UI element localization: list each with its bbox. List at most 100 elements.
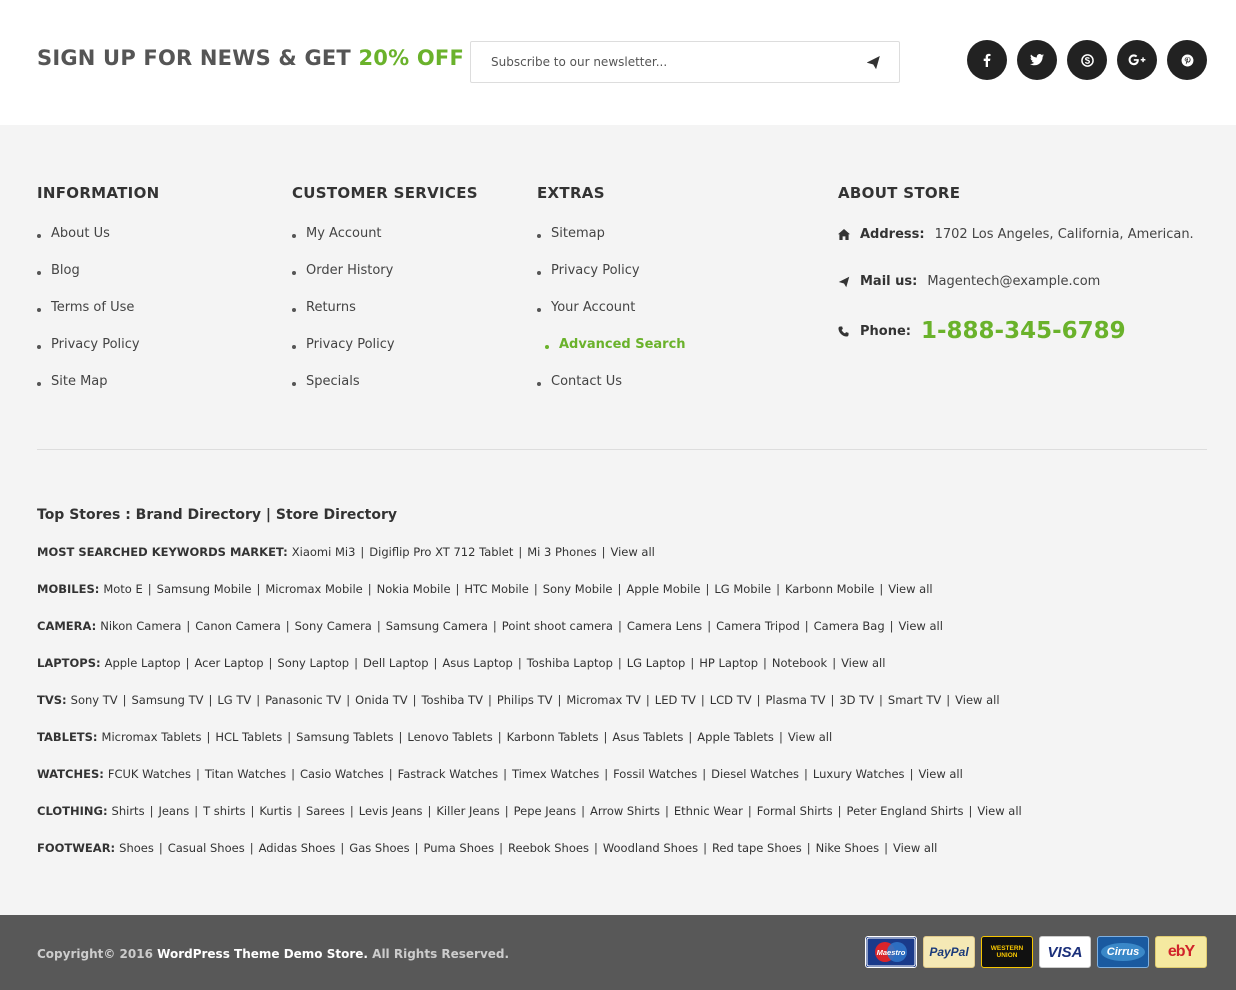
keyword-link[interactable]: Karbonn Mobile — [785, 582, 874, 596]
keyword-link[interactable]: Diesel Watches — [711, 767, 799, 781]
keyword-link[interactable]: HCL Tablets — [215, 730, 282, 744]
keyword-link[interactable]: Plasma TV — [765, 693, 825, 707]
view-all-link[interactable]: View all — [918, 767, 962, 781]
keyword-link[interactable]: Sony Mobile — [543, 582, 613, 596]
keyword-link[interactable]: Camera Bag — [814, 619, 885, 633]
keyword-link[interactable]: Peter England Shirts — [847, 804, 964, 818]
keyword-link[interactable]: Point shoot camera — [502, 619, 613, 633]
google-plus-button[interactable] — [1117, 40, 1157, 80]
keyword-link[interactable]: Moto E — [103, 582, 142, 596]
keyword-link[interactable]: Adidas Shoes — [259, 841, 336, 855]
keyword-link[interactable]: Sony Laptop — [277, 656, 349, 670]
keyword-link[interactable]: Acer Laptop — [194, 656, 263, 670]
keyword-link[interactable]: LG TV — [217, 693, 251, 707]
link-privacy-policy[interactable]: Privacy Policy — [37, 337, 140, 374]
keyword-link[interactable]: 3D TV — [839, 693, 874, 707]
keyword-link[interactable]: Karbonn Tablets — [507, 730, 599, 744]
keyword-link[interactable]: Micromax TV — [566, 693, 641, 707]
link-sitemap[interactable]: Sitemap — [537, 226, 686, 263]
keyword-link[interactable]: Timex Watches — [512, 767, 599, 781]
view-all-link[interactable]: View all — [610, 545, 654, 559]
keyword-link[interactable]: Samsung Tablets — [296, 730, 393, 744]
keyword-link[interactable]: Sony Camera — [295, 619, 372, 633]
phone-number[interactable]: 1-888-345-6789 — [921, 318, 1126, 344]
keyword-link[interactable]: Sarees — [306, 804, 345, 818]
keyword-link[interactable]: Ethnic Wear — [674, 804, 743, 818]
keyword-link[interactable]: Asus Laptop — [442, 656, 512, 670]
keyword-link[interactable]: Casual Shoes — [168, 841, 245, 855]
link-your-account[interactable]: Your Account — [537, 300, 686, 337]
view-all-link[interactable]: View all — [899, 619, 943, 633]
keyword-link[interactable]: Shoes — [119, 841, 154, 855]
keyword-link[interactable]: Smart TV — [888, 693, 941, 707]
link-about-us[interactable]: About Us — [37, 226, 140, 263]
keyword-link[interactable]: Jeans — [158, 804, 189, 818]
keyword-link[interactable]: Samsung Camera — [386, 619, 488, 633]
skype-button[interactable] — [1067, 40, 1107, 80]
keyword-link[interactable]: HP Laptop — [699, 656, 758, 670]
keyword-link[interactable]: Toshiba Laptop — [527, 656, 613, 670]
keyword-link[interactable]: Formal Shirts — [757, 804, 833, 818]
link-my-account[interactable]: My Account — [292, 226, 395, 263]
keyword-link[interactable]: Sony TV — [71, 693, 118, 707]
view-all-link[interactable]: View all — [977, 804, 1021, 818]
keyword-link[interactable]: Woodland Shoes — [603, 841, 698, 855]
keyword-link[interactable]: Samsung TV — [132, 693, 204, 707]
keyword-link[interactable]: Shirts — [112, 804, 145, 818]
keyword-link[interactable]: Killer Jeans — [436, 804, 499, 818]
keyword-link[interactable]: Asus Tablets — [612, 730, 683, 744]
link-returns[interactable]: Returns — [292, 300, 395, 337]
keyword-link[interactable]: Levis Jeans — [359, 804, 423, 818]
link-privacy-policy[interactable]: Privacy Policy — [537, 263, 686, 300]
facebook-button[interactable] — [967, 40, 1007, 80]
keyword-link[interactable]: HTC Mobile — [464, 582, 528, 596]
link-contact-us[interactable]: Contact Us — [537, 374, 686, 411]
keyword-link[interactable]: Nikon Camera — [100, 619, 181, 633]
keyword-link[interactable]: Fossil Watches — [613, 767, 697, 781]
keyword-link[interactable]: Lenovo Tablets — [407, 730, 492, 744]
keyword-link[interactable]: Apple Laptop — [105, 656, 181, 670]
keyword-link[interactable]: Digiflip Pro XT 712 Tablet — [369, 545, 513, 559]
view-all-link[interactable]: View all — [888, 582, 932, 596]
keyword-link[interactable]: Red tape Shoes — [712, 841, 802, 855]
keyword-link[interactable]: Puma Shoes — [423, 841, 494, 855]
keyword-link[interactable]: Dell Laptop — [363, 656, 429, 670]
keyword-link[interactable]: LED TV — [655, 693, 696, 707]
keyword-link[interactable]: Titan Watches — [205, 767, 286, 781]
keyword-link[interactable]: Camera Tripod — [716, 619, 800, 633]
keyword-link[interactable]: Nokia Mobile — [377, 582, 451, 596]
view-all-link[interactable]: View all — [841, 656, 885, 670]
view-all-link[interactable]: View all — [788, 730, 832, 744]
keyword-link[interactable]: Reebok Shoes — [508, 841, 589, 855]
link-advanced-search[interactable]: Advanced Search — [537, 337, 686, 374]
keyword-link[interactable]: Arrow Shirts — [590, 804, 660, 818]
pinterest-button[interactable] — [1167, 40, 1207, 80]
keyword-link[interactable]: Philips TV — [497, 693, 553, 707]
subscribe-button[interactable] — [865, 54, 881, 70]
keyword-link[interactable]: Panasonic TV — [265, 693, 341, 707]
keyword-link[interactable]: Micromax Mobile — [265, 582, 362, 596]
keyword-link[interactable]: Canon Camera — [195, 619, 280, 633]
keyword-link[interactable]: Mi 3 Phones — [527, 545, 596, 559]
keyword-link[interactable]: Apple Tablets — [697, 730, 774, 744]
link-specials[interactable]: Specials — [292, 374, 395, 411]
keyword-link[interactable]: Notebook — [772, 656, 827, 670]
keyword-link[interactable]: LCD TV — [710, 693, 752, 707]
link-privacy-policy[interactable]: Privacy Policy — [292, 337, 395, 374]
keyword-link[interactable]: Gas Shoes — [349, 841, 409, 855]
keyword-link[interactable]: Camera Lens — [627, 619, 702, 633]
keyword-link[interactable]: Nike Shoes — [816, 841, 879, 855]
keyword-link[interactable]: Apple Mobile — [626, 582, 700, 596]
twitter-button[interactable] — [1017, 40, 1057, 80]
keyword-link[interactable]: Kurtis — [259, 804, 292, 818]
keyword-link[interactable]: Samsung Mobile — [157, 582, 252, 596]
view-all-link[interactable]: View all — [955, 693, 999, 707]
keyword-link[interactable]: Fastrack Watches — [398, 767, 498, 781]
keyword-link[interactable]: Micromax Tablets — [102, 730, 202, 744]
link-blog[interactable]: Blog — [37, 263, 140, 300]
keyword-link[interactable]: Pepe Jeans — [514, 804, 576, 818]
keyword-link[interactable]: Onida TV — [355, 693, 407, 707]
mail-link[interactable]: Magentech@example.com — [927, 274, 1100, 289]
link-site-map[interactable]: Site Map — [37, 374, 140, 411]
keyword-link[interactable]: FCUK Watches — [108, 767, 191, 781]
